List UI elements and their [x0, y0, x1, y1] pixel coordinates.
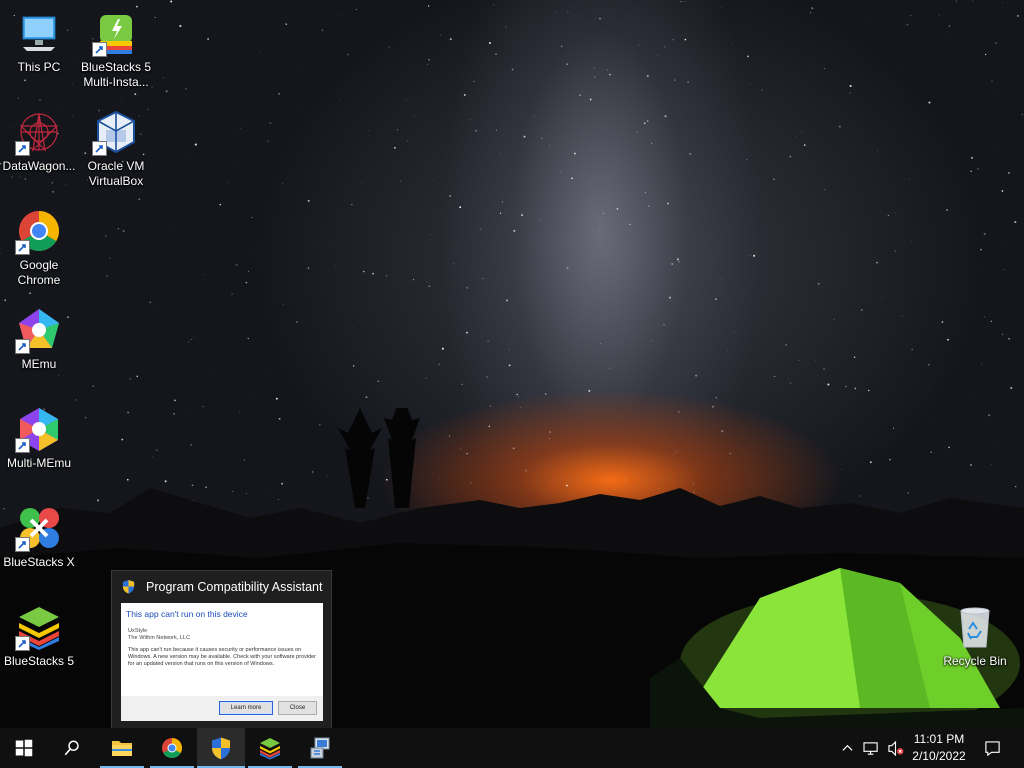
taskbar-clock[interactable]: 11:01 PM 2/10/2022 [908, 731, 970, 765]
popup-title: Program Compatibility Assistant [146, 579, 323, 594]
memu-icon [15, 306, 63, 354]
search-button[interactable] [48, 728, 96, 768]
taskbar-bluestacks[interactable] [248, 728, 292, 768]
notification-icon [984, 740, 1000, 756]
desktop-icon-bluestacks-x[interactable]: BlueStacks X [1, 500, 77, 570]
desktop-icon-google-chrome[interactable]: Google Chrome [1, 203, 77, 288]
desktop-icon-label: Google Chrome [17, 258, 61, 287]
shortcut-arrow-icon [92, 42, 107, 57]
bluestacks-x-icon [15, 504, 63, 552]
shortcut-arrow-icon [92, 141, 107, 156]
installer-icon [310, 737, 330, 759]
shortcut-arrow-icon [15, 240, 30, 255]
desktop-icon-datawagon[interactable]: DataWagon... [1, 104, 77, 174]
network-tray-button[interactable] [860, 728, 882, 768]
desktop-icon-label: BlueStacks X [3, 555, 75, 569]
desktop-icon-label: Oracle VM VirtualBox [87, 159, 145, 188]
taskbar-program-compatibility-assistant[interactable] [197, 728, 245, 768]
start-button[interactable] [0, 728, 48, 768]
popup-headline: This app can't run on this device [126, 609, 248, 619]
bluestacks-icon [260, 738, 280, 760]
search-icon [64, 740, 79, 756]
show-hidden-icons-button[interactable] [838, 728, 856, 768]
app-name: UxStyle [128, 628, 148, 634]
desktop-icon-memu[interactable]: MEmu [1, 302, 77, 372]
desktop-icon-label: Multi-MEmu [6, 456, 71, 470]
shortcut-arrow-icon [15, 537, 30, 552]
taskbar-chrome[interactable] [150, 728, 194, 768]
shield-icon [122, 579, 135, 594]
chrome-icon [162, 738, 182, 758]
learn-more-button[interactable]: Learn more [219, 701, 273, 715]
shortcut-arrow-icon [15, 141, 30, 156]
popup-body: This app can't run on this device UxStyl… [121, 603, 323, 721]
network-icon [862, 741, 878, 755]
desktop-icon-this-pc[interactable]: This PC [1, 5, 77, 75]
desktop-icon-label: This PC [17, 60, 61, 74]
shield-icon [212, 737, 230, 760]
multi-memu-icon [15, 405, 63, 453]
desktop-icon-label: BlueStacks 5 Multi-Insta... [80, 60, 152, 89]
clock-time: 11:01 PM [913, 732, 965, 746]
bluestacks-multi-instance-icon [92, 9, 140, 57]
folder-icon [112, 741, 132, 756]
desktop-icon-label: MEmu [21, 357, 57, 371]
shortcut-arrow-icon [15, 636, 30, 651]
program-compatibility-assistant-popup[interactable]: Program Compatibility Assistant This app… [111, 570, 332, 729]
windows-logo-icon [15, 739, 33, 757]
clock-date: 2/10/2022 [912, 749, 966, 763]
desktop-icon-bluestacks-multi-instance[interactable]: BlueStacks 5 Multi-Insta... [78, 5, 154, 90]
chevron-up-icon [841, 744, 853, 751]
desktop-icon-label: DataWagon... [2, 159, 76, 173]
recycle-bin-icon [951, 603, 999, 651]
chrome-icon [15, 207, 63, 255]
popup-title-bar: Program Compatibility Assistant [112, 571, 331, 602]
popup-message: This app can't run because it causes sec… [128, 647, 317, 667]
computer-icon [15, 9, 63, 57]
desktop-icon-multi-memu[interactable]: Multi-MEmu [1, 401, 77, 471]
volume-tray-button[interactable] [884, 728, 906, 768]
desktop-icon-bluestacks-5[interactable]: BlueStacks 5 [1, 599, 77, 669]
taskbar-installer[interactable] [298, 728, 342, 768]
desktop-icon-virtualbox[interactable]: Oracle VM VirtualBox [78, 104, 154, 189]
taskbar-file-explorer[interactable] [100, 728, 144, 768]
bluestacks-icon [15, 603, 63, 651]
desktop-icon-recycle-bin[interactable]: Recycle Bin [937, 599, 1013, 669]
popup-button-bar: Learn more Close [121, 696, 323, 721]
desktop-icon-label: BlueStacks 5 [3, 654, 75, 668]
volume-muted-icon [887, 740, 903, 756]
app-info: UxStyle The Within Network, LLC [128, 628, 323, 642]
shortcut-arrow-icon [15, 438, 30, 453]
app-publisher: The Within Network, LLC [128, 635, 191, 641]
desktop-icon-label: Recycle Bin [943, 654, 1007, 668]
action-center-button[interactable] [978, 728, 1006, 768]
taskbar: 11:01 PM 2/10/2022 [0, 728, 1024, 768]
close-button[interactable]: Close [278, 701, 317, 715]
shortcut-arrow-icon [15, 339, 30, 354]
datawagon-icon [15, 108, 63, 156]
virtualbox-icon [92, 108, 140, 156]
